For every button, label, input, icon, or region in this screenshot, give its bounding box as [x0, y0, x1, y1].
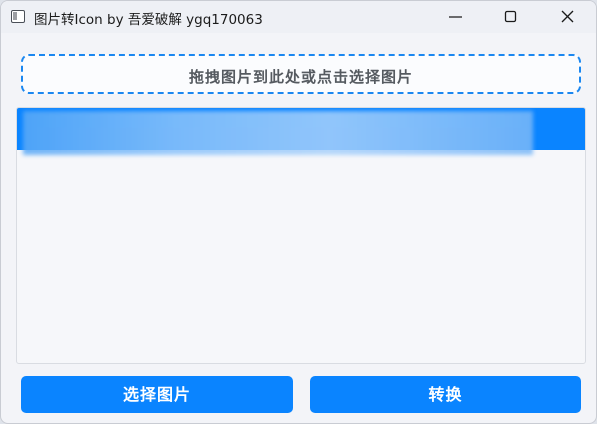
- image-list[interactable]: [16, 107, 586, 364]
- select-image-button[interactable]: 选择图片: [21, 376, 293, 413]
- maximize-button[interactable]: [488, 1, 534, 33]
- app-window-icon: [11, 10, 25, 23]
- minimize-button[interactable]: [433, 1, 479, 33]
- app-window: 图片转Icon by 吾爱破解 ygq170063 拖拽图片到此处或点击选择图片…: [0, 0, 597, 424]
- list-item[interactable]: [17, 108, 585, 155]
- close-button[interactable]: [545, 1, 591, 33]
- close-icon: [561, 10, 574, 23]
- blurred-content: [23, 111, 533, 155]
- image-drop-zone[interactable]: 拖拽图片到此处或点击选择图片: [21, 54, 581, 94]
- title-bar[interactable]: 图片转Icon by 吾爱破解 ygq170063: [1, 1, 596, 33]
- convert-button[interactable]: 转换: [310, 376, 581, 413]
- minimize-icon: [449, 16, 462, 18]
- maximize-icon: [504, 10, 517, 23]
- window-title: 图片转Icon by 吾爱破解 ygq170063: [34, 12, 263, 28]
- drop-zone-label: 拖拽图片到此处或点击选择图片: [188, 68, 413, 86]
